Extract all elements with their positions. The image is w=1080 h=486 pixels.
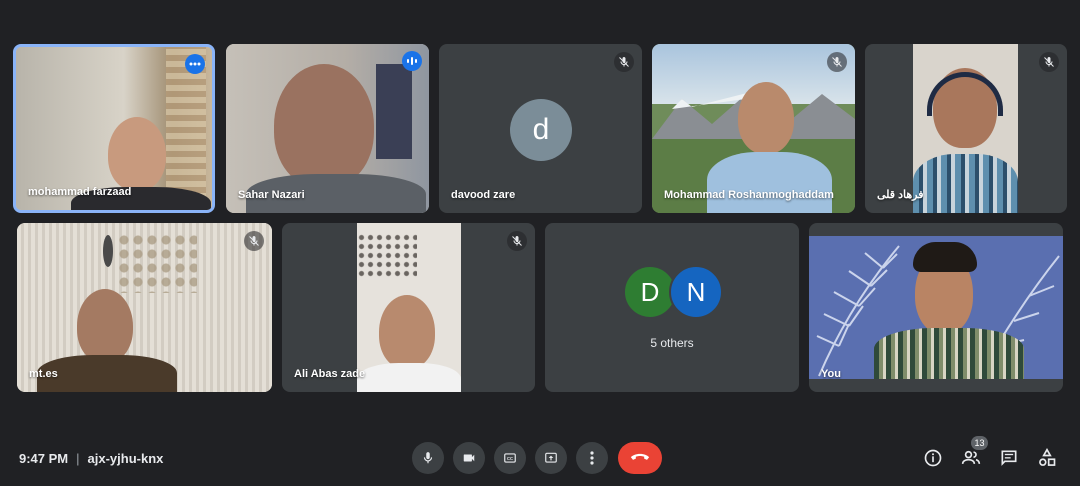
participant-name: davood zare bbox=[451, 189, 516, 201]
muted-mic-icon bbox=[244, 231, 264, 251]
meeting-code[interactable]: ajx-yjhu-knx bbox=[88, 451, 164, 466]
microphone-icon bbox=[423, 452, 433, 464]
meeting-details: 9:47 PM | ajx-yjhu-knx bbox=[19, 451, 163, 466]
participant-tile-sahar-nazari[interactable]: Sahar Nazari bbox=[226, 44, 429, 213]
camera-button[interactable] bbox=[453, 442, 485, 474]
more-icon bbox=[590, 451, 594, 465]
participant-tile-mohammad-farzaad[interactable]: mohammad farzaad bbox=[13, 44, 215, 213]
chat-icon bbox=[1001, 450, 1017, 466]
info-button[interactable] bbox=[919, 444, 947, 472]
participant-video bbox=[17, 223, 272, 392]
participant-video bbox=[913, 44, 1018, 213]
others-label: 5 others bbox=[650, 336, 694, 350]
microphone-button[interactable] bbox=[412, 442, 444, 474]
muted-mic-icon bbox=[614, 52, 634, 72]
activities-button[interactable] bbox=[1033, 444, 1061, 472]
participant-tile-mt-es[interactable]: mt.es bbox=[17, 223, 272, 392]
self-video bbox=[809, 236, 1063, 379]
captions-button[interactable]: CC bbox=[494, 442, 526, 474]
participant-tile-farhad-gholi[interactable]: فرهاد قلی bbox=[865, 44, 1067, 213]
participant-name: فرهاد قلی bbox=[877, 189, 924, 201]
more-options-icon[interactable] bbox=[185, 54, 205, 74]
info-icon bbox=[924, 449, 942, 467]
captions-icon: CC bbox=[504, 453, 516, 463]
muted-mic-icon bbox=[507, 231, 527, 251]
chat-button[interactable] bbox=[995, 444, 1023, 472]
participant-name: mt.es bbox=[29, 368, 58, 380]
more-options-button[interactable] bbox=[576, 442, 608, 474]
divider: | bbox=[76, 451, 80, 466]
participant-name: Ali Abas zade bbox=[294, 368, 366, 380]
participant-name: mohammad farzaad bbox=[28, 186, 132, 198]
activities-icon bbox=[1039, 448, 1056, 466]
participant-tile-self[interactable]: You bbox=[809, 223, 1063, 392]
participant-name: You bbox=[821, 368, 841, 380]
participant-tile-mohammad-roshanmoghaddam[interactable]: Mohammad Roshanmoghaddam bbox=[652, 44, 855, 213]
participant-video bbox=[652, 44, 855, 213]
people-count-badge: 13 bbox=[971, 436, 988, 450]
camera-icon bbox=[463, 454, 475, 462]
others-tile[interactable]: D N 5 others bbox=[545, 223, 799, 392]
participant-tile-ali-abas-zade[interactable]: Ali Abas zade bbox=[282, 223, 535, 392]
svg-text:CC: CC bbox=[507, 456, 513, 461]
participant-tile-davood-zare[interactable]: d davood zare bbox=[439, 44, 642, 213]
end-call-icon bbox=[630, 453, 650, 460]
present-button[interactable] bbox=[535, 442, 567, 474]
participant-name: Sahar Nazari bbox=[238, 189, 305, 201]
people-icon bbox=[961, 450, 981, 464]
participant-video bbox=[357, 223, 461, 392]
muted-mic-icon bbox=[827, 52, 847, 72]
meeting-time: 9:47 PM bbox=[19, 451, 69, 466]
end-call-button[interactable] bbox=[618, 442, 662, 474]
participant-avatar: d bbox=[510, 99, 572, 161]
muted-mic-icon bbox=[1039, 52, 1059, 72]
others-avatar-n: N bbox=[669, 265, 723, 319]
participant-name: Mohammad Roshanmoghaddam bbox=[664, 189, 834, 201]
present-icon bbox=[545, 452, 557, 463]
speaking-indicator-icon bbox=[402, 51, 422, 71]
participant-video bbox=[226, 44, 429, 213]
